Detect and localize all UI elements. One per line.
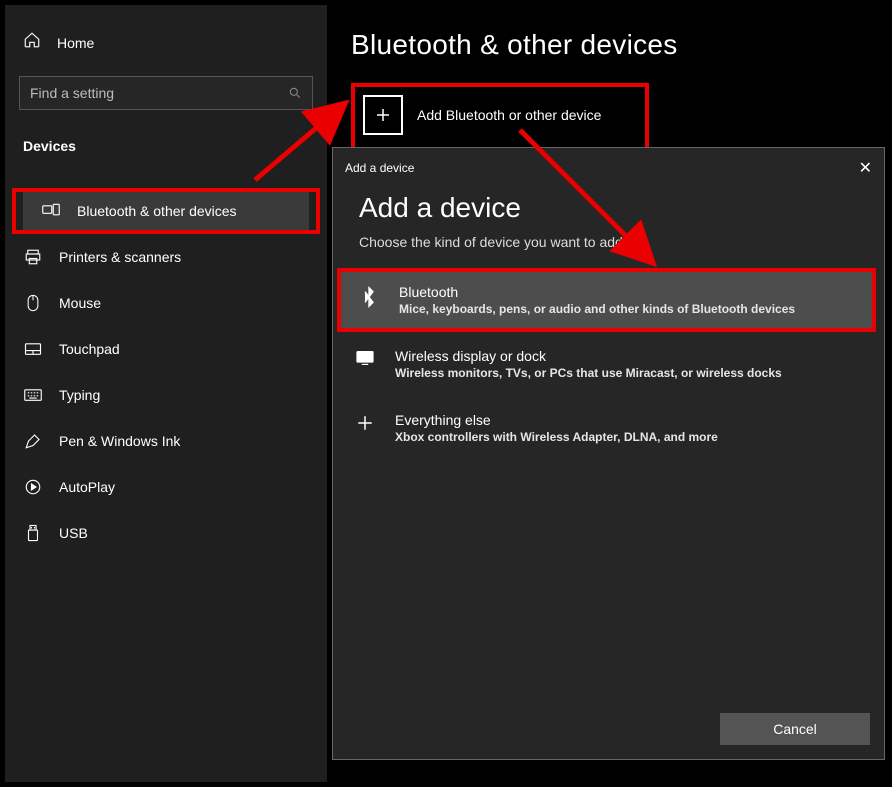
- plus-icon: [353, 414, 377, 432]
- add-device-label: Add Bluetooth or other device: [417, 107, 601, 123]
- modal-subtitle: Choose the kind of device you want to ad…: [333, 230, 884, 268]
- device-option-bluetooth[interactable]: Bluetooth Mice, keyboards, pens, or audi…: [337, 268, 876, 332]
- cancel-button[interactable]: Cancel: [720, 713, 870, 745]
- page-title: Bluetooth & other devices: [351, 29, 887, 61]
- devices-icon: [41, 203, 61, 219]
- sidebar-item-label: USB: [59, 525, 88, 541]
- sidebar-item-label: Printers & scanners: [59, 249, 181, 265]
- sidebar-item-label: Mouse: [59, 295, 101, 311]
- device-option-everything-else[interactable]: Everything else Xbox controllers with Wi…: [333, 396, 884, 460]
- pen-icon: [23, 432, 43, 450]
- sidebar-item-touchpad[interactable]: Touchpad: [5, 326, 327, 372]
- autoplay-icon: [23, 478, 43, 496]
- annotation-highlight-sidebar: Bluetooth & other devices: [12, 188, 320, 234]
- sidebar-item-usb[interactable]: USB: [5, 510, 327, 556]
- sidebar-section-header: Devices: [5, 110, 327, 158]
- bluetooth-icon: [357, 286, 381, 308]
- usb-icon: [23, 524, 43, 542]
- printer-icon: [23, 248, 43, 266]
- sidebar-item-printers[interactable]: Printers & scanners: [5, 234, 327, 280]
- sidebar-item-pen[interactable]: Pen & Windows Ink: [5, 418, 327, 464]
- sidebar-item-bluetooth[interactable]: Bluetooth & other devices: [23, 192, 309, 230]
- settings-sidebar: Home Devices Bluetooth & other devices: [5, 5, 327, 782]
- sidebar-home-label: Home: [57, 35, 94, 51]
- search-icon: [288, 86, 302, 100]
- sidebar-item-label: Pen & Windows Ink: [59, 433, 180, 449]
- device-option-desc: Mice, keyboards, pens, or audio and othe…: [399, 302, 795, 316]
- keyboard-icon: [23, 389, 43, 401]
- device-option-title: Wireless display or dock: [395, 348, 782, 364]
- sidebar-home[interactable]: Home: [5, 25, 327, 68]
- add-device-modal: Add a device ✕ Add a device Choose the k…: [332, 147, 885, 760]
- home-icon: [23, 31, 41, 54]
- sidebar-item-label: Bluetooth & other devices: [77, 203, 237, 219]
- add-device-button[interactable]: Add Bluetooth or other device: [363, 95, 601, 135]
- device-option-title: Bluetooth: [399, 284, 795, 300]
- modal-small-title: Add a device: [345, 161, 414, 175]
- mouse-icon: [23, 294, 43, 312]
- close-icon[interactable]: ✕: [859, 158, 872, 178]
- sidebar-item-autoplay[interactable]: AutoPlay: [5, 464, 327, 510]
- search-input[interactable]: [30, 85, 288, 101]
- search-input-container[interactable]: [19, 76, 313, 110]
- sidebar-item-typing[interactable]: Typing: [5, 372, 327, 418]
- sidebar-item-mouse[interactable]: Mouse: [5, 280, 327, 326]
- modal-title: Add a device: [333, 184, 884, 230]
- touchpad-icon: [23, 342, 43, 356]
- device-option-wireless-display[interactable]: Wireless display or dock Wireless monito…: [333, 332, 884, 396]
- sidebar-item-label: Touchpad: [59, 341, 120, 357]
- annotation-highlight-add-button: Add Bluetooth or other device: [351, 83, 649, 155]
- display-icon: [353, 350, 377, 366]
- sidebar-item-label: AutoPlay: [59, 479, 115, 495]
- plus-icon: [363, 95, 403, 135]
- device-option-desc: Wireless monitors, TVs, or PCs that use …: [395, 366, 782, 380]
- main-content: Bluetooth & other devices Add Bluetooth …: [327, 5, 887, 782]
- device-option-title: Everything else: [395, 412, 718, 428]
- sidebar-item-label: Typing: [59, 387, 100, 403]
- device-option-desc: Xbox controllers with Wireless Adapter, …: [395, 430, 718, 444]
